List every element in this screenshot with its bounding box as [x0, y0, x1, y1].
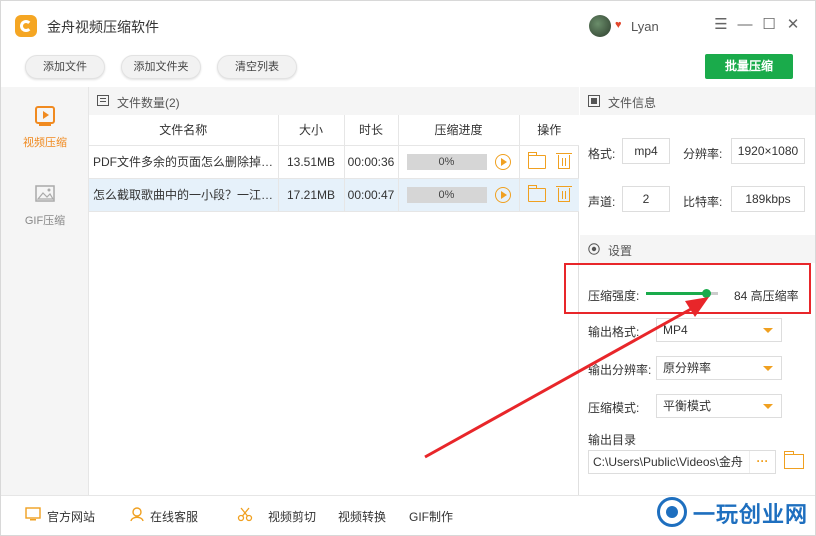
add-file-button[interactable]: 添加文件	[25, 55, 105, 79]
toolbar: 添加文件 添加文件夹 清空列表 批量压缩	[1, 49, 815, 87]
chevron-down-icon	[763, 366, 773, 371]
output-dir-value: C:\Users\Public\Videos\金舟	[593, 455, 743, 469]
settings-icon	[588, 243, 600, 255]
column-header-duration: 时长	[344, 115, 399, 146]
gif-compress-icon	[35, 185, 55, 202]
close-icon[interactable]: ✕	[783, 15, 803, 35]
sidebar-item-gif-compress[interactable]: GIF压缩	[1, 183, 89, 257]
title-bar: 金舟视频压缩软件 ♥ Lyan ☰ — ☐ ✕	[1, 1, 815, 49]
compress-mode-label: 压缩模式:	[588, 401, 640, 415]
open-output-folder-icon[interactable]	[784, 451, 804, 469]
table-header-row: 文件名称 大小 时长 压缩进度 操作	[89, 115, 579, 146]
vip-badge-icon: ♥	[615, 19, 622, 31]
watermark-text: 一玩创业网	[693, 502, 809, 528]
browse-more-button[interactable]: ···	[749, 451, 775, 473]
settings-header: 设置	[580, 235, 815, 263]
table-row[interactable]: 怎么截取歌曲中的一小段？一江下... 17.21MB 00:00:47 0%	[89, 178, 579, 212]
settings-title: 设置	[608, 244, 633, 258]
column-header-progress: 压缩进度	[398, 115, 520, 146]
delete-icon[interactable]	[555, 185, 572, 202]
delete-icon[interactable]	[555, 152, 572, 169]
output-dir-label: 输出目录	[588, 433, 637, 447]
resolution-value: 1920×1080	[731, 138, 805, 164]
actions-cell	[519, 145, 579, 179]
output-dir-field[interactable]: C:\Users\Public\Videos\金舟 ···	[588, 450, 776, 474]
progress-cell: 0%	[398, 178, 520, 212]
bitrate-value: 189kbps	[731, 186, 805, 212]
app-logo-icon	[15, 15, 37, 37]
batch-compress-button[interactable]: 批量压缩	[705, 54, 793, 79]
menu-icon[interactable]: ☰	[711, 15, 731, 35]
column-header-actions: 操作	[519, 115, 579, 146]
sidebar: 视频压缩 GIF压缩	[1, 87, 89, 495]
format-value: mp4	[622, 138, 670, 164]
file-list-panel: 文件数量(2) 文件名称 大小 时长 压缩进度 操作 PDF文件多余的页面怎么删…	[89, 87, 579, 495]
channel-label: 声道:	[588, 195, 616, 209]
monitor-icon	[25, 507, 41, 521]
compress-mode-value: 平衡模式	[663, 399, 712, 413]
chevron-down-icon	[763, 328, 773, 333]
sidebar-item-video-compress[interactable]: 视频压缩	[1, 105, 89, 179]
play-icon[interactable]	[494, 153, 511, 170]
gif-make-link[interactable]: GIF制作	[409, 508, 453, 525]
bitrate-label: 比特率:	[683, 195, 723, 209]
open-folder-icon[interactable]	[527, 151, 546, 169]
progress-bar: 0%	[406, 186, 487, 203]
maximize-icon[interactable]: ☐	[759, 15, 779, 35]
output-resolution-value: 原分辨率	[663, 361, 712, 375]
online-service-link[interactable]: 在线客服	[150, 508, 198, 525]
file-info-icon	[588, 95, 600, 107]
sidebar-item-label: GIF压缩	[24, 215, 66, 227]
app-title: 金舟视频压缩软件	[47, 19, 159, 35]
output-format-select[interactable]: MP4	[656, 318, 782, 342]
user-avatar[interactable]	[589, 15, 611, 37]
output-format-value: MP4	[663, 323, 688, 337]
file-name: 怎么截取歌曲中的一小段？一江下...	[89, 178, 279, 212]
file-name: PDF文件多余的页面怎么删除掉？...	[89, 145, 279, 179]
app-window: 金舟视频压缩软件 ♥ Lyan ☰ — ☐ ✕ 添加文件 添加文件夹 清空列表 …	[0, 0, 816, 536]
output-format-label: 输出格式:	[588, 325, 640, 339]
customer-service-icon	[130, 507, 144, 522]
file-table: 文件名称 大小 时长 压缩进度 操作 PDF文件多余的页面怎么删除掉？... 1…	[89, 115, 579, 212]
format-label: 格式:	[588, 147, 616, 161]
minimize-icon[interactable]: —	[735, 15, 755, 35]
resolution-label: 分辨率:	[683, 147, 723, 161]
column-header-size: 大小	[278, 115, 345, 146]
channel-value: 2	[622, 186, 670, 212]
annotation-highlight-box	[564, 263, 811, 314]
video-compress-icon	[35, 106, 55, 126]
file-count-bar: 文件数量(2)	[89, 87, 579, 115]
play-icon[interactable]	[494, 186, 511, 203]
file-info-header: 文件信息	[580, 87, 815, 115]
actions-cell	[519, 178, 579, 212]
progress-bar: 0%	[406, 153, 487, 170]
open-folder-icon[interactable]	[527, 184, 546, 202]
video-cut-link[interactable]: 视频剪切	[268, 508, 316, 525]
website-link[interactable]: 官方网站	[47, 508, 95, 525]
file-size: 17.21MB	[278, 178, 345, 212]
compress-mode-select[interactable]: 平衡模式	[656, 394, 782, 418]
sidebar-item-label: 视频压缩	[23, 137, 67, 149]
watermark: 一玩创业网	[657, 495, 816, 528]
user-name[interactable]: Lyan	[631, 19, 659, 34]
progress-cell: 0%	[398, 145, 520, 179]
file-size: 13.51MB	[278, 145, 345, 179]
add-folder-button[interactable]: 添加文件夹	[121, 55, 201, 79]
file-info-title: 文件信息	[608, 96, 657, 110]
table-row[interactable]: PDF文件多余的页面怎么删除掉？... 13.51MB 00:00:36 0%	[89, 145, 579, 179]
file-duration: 00:00:36	[344, 145, 399, 179]
output-resolution-select[interactable]: 原分辨率	[656, 356, 782, 380]
clear-list-button[interactable]: 清空列表	[217, 55, 297, 79]
video-convert-link[interactable]: 视频转换	[338, 508, 386, 525]
chevron-down-icon	[763, 404, 773, 409]
file-count-label: 文件数量(2)	[117, 96, 180, 110]
file-list-icon	[97, 95, 109, 106]
scissors-icon	[237, 507, 253, 522]
column-header-name: 文件名称	[89, 115, 279, 146]
file-duration: 00:00:47	[344, 178, 399, 212]
watermark-logo-icon	[657, 497, 687, 527]
output-resolution-label: 输出分辨率:	[588, 363, 652, 377]
